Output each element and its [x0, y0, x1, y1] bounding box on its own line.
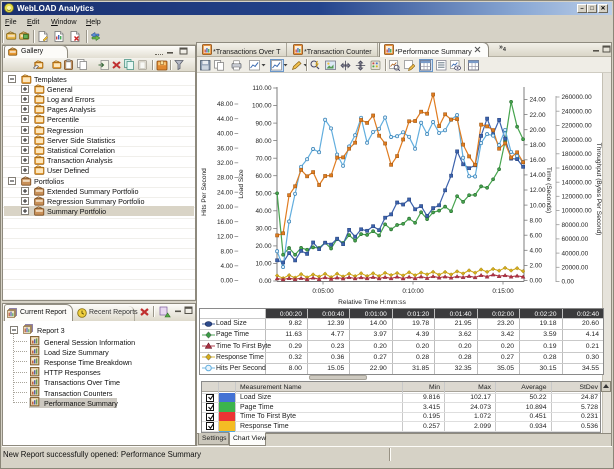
svg-text:0:05:00: 0:05:00: [312, 288, 334, 295]
svg-text:0.00: 0.00: [562, 279, 575, 286]
svg-text:140000.00: 140000.00: [562, 179, 593, 186]
svg-text:8.00: 8.00: [530, 217, 543, 224]
svg-text:90.00: 90.00: [256, 120, 272, 127]
svg-text:12.00: 12.00: [530, 187, 546, 194]
svg-text:32.00: 32.00: [217, 160, 233, 167]
svg-text:70.00: 70.00: [256, 155, 272, 162]
svg-text:18.00: 18.00: [530, 142, 546, 149]
svg-text:2.00: 2.00: [530, 263, 543, 270]
svg-text:260000.00: 260000.00: [562, 94, 593, 101]
svg-text:180000.00: 180000.00: [562, 151, 593, 158]
svg-text:Relative Time H:mm:ss: Relative Time H:mm:ss: [338, 299, 406, 306]
svg-text:8.00: 8.00: [221, 248, 234, 255]
svg-text:0.00: 0.00: [221, 278, 234, 285]
svg-text:0:10:00: 0:10:00: [402, 288, 424, 295]
svg-text:10.00: 10.00: [530, 202, 546, 209]
svg-text:6.00: 6.00: [530, 232, 543, 239]
svg-text:40.00: 40.00: [217, 131, 233, 138]
svg-text:20.00: 20.00: [217, 204, 233, 211]
svg-text:200000.00: 200000.00: [562, 137, 593, 144]
svg-text:22.00: 22.00: [530, 112, 546, 119]
svg-text:50.00: 50.00: [256, 191, 272, 198]
svg-text:20.00: 20.00: [530, 127, 546, 134]
svg-text:10.00: 10.00: [256, 261, 272, 268]
svg-text:12.00: 12.00: [217, 234, 233, 241]
svg-text:28.00: 28.00: [217, 175, 233, 182]
svg-text:16.00: 16.00: [530, 157, 546, 164]
svg-text:0.00: 0.00: [530, 278, 543, 285]
svg-text:100.00: 100.00: [252, 103, 272, 110]
svg-text:30.00: 30.00: [256, 226, 272, 233]
svg-text:44.00: 44.00: [217, 116, 233, 123]
svg-text:16.00: 16.00: [217, 219, 233, 226]
svg-text:36.00: 36.00: [217, 145, 233, 152]
svg-text:0:15:00: 0:15:00: [492, 288, 514, 295]
svg-text:48.00: 48.00: [217, 101, 233, 108]
svg-text:20000.00: 20000.00: [562, 265, 589, 272]
svg-text:80.00: 80.00: [256, 138, 272, 145]
svg-text:100000.00: 100000.00: [562, 208, 593, 215]
svg-text:24.00: 24.00: [217, 189, 233, 196]
svg-text:40.00: 40.00: [256, 208, 272, 215]
svg-text:14.00: 14.00: [530, 172, 546, 179]
svg-text:0.00: 0.00: [259, 278, 272, 285]
svg-text:Throughput (Bytes Per Second): Throughput (Bytes Per Second): [595, 143, 602, 236]
svg-text:160000.00: 160000.00: [562, 165, 593, 172]
svg-text:4.00: 4.00: [530, 248, 543, 255]
svg-text:Load Size: Load Size: [238, 169, 245, 199]
svg-text:20.00: 20.00: [256, 243, 272, 250]
svg-text:60.00: 60.00: [256, 173, 272, 180]
svg-text:Hits Per Second: Hits Per Second: [201, 168, 208, 216]
svg-text:4.00: 4.00: [221, 263, 234, 270]
svg-text:Time (Seconds): Time (Seconds): [545, 167, 552, 213]
svg-text:220000.00: 220000.00: [562, 123, 593, 130]
svg-text:24.00: 24.00: [530, 97, 546, 104]
svg-text:60000.00: 60000.00: [562, 236, 589, 243]
svg-text:110.00: 110.00: [252, 85, 272, 92]
svg-text:120000.00: 120000.00: [562, 194, 593, 201]
svg-text:240000.00: 240000.00: [562, 108, 593, 115]
svg-text:40000.00: 40000.00: [562, 250, 589, 257]
svg-text:80000.00: 80000.00: [562, 222, 589, 229]
